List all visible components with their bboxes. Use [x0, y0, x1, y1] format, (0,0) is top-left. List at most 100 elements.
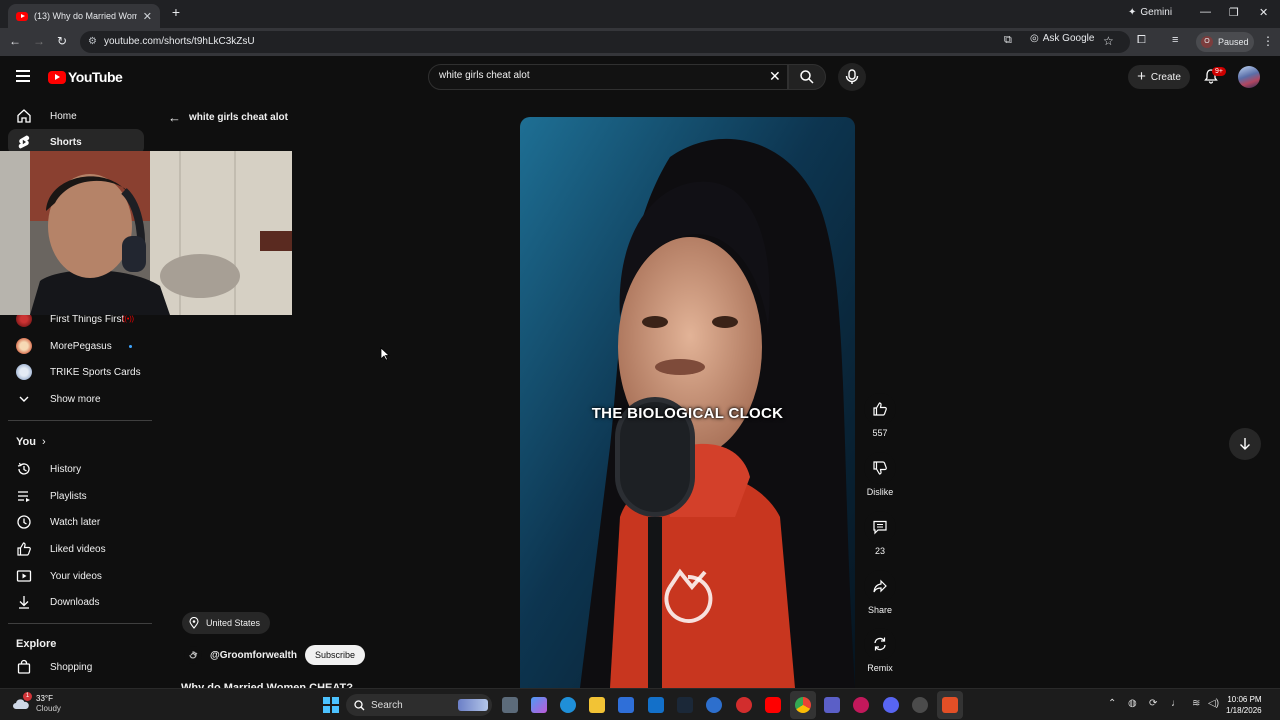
microphone-tray-icon[interactable]: ♩ — [1171, 698, 1181, 709]
discord-icon[interactable] — [883, 697, 899, 713]
sidebar-show-more[interactable]: Show more — [8, 386, 144, 412]
mouse-cursor-icon — [380, 347, 390, 361]
minimize-window-icon[interactable]: — — [1200, 6, 1211, 18]
close-tab-icon[interactable]: ✕ — [143, 10, 152, 23]
sidebar-item-your-videos[interactable]: Your videos — [8, 563, 144, 589]
gemini-button[interactable]: ✦ Gemini — [1128, 7, 1172, 18]
copilot-icon[interactable] — [531, 697, 547, 713]
hamburger-menu-icon[interactable] — [16, 70, 30, 82]
sidebar-you-heading[interactable]: You › — [16, 436, 46, 448]
weather-widget[interactable]: 33°F Cloudy — [12, 694, 61, 714]
sidebar-item-shopping[interactable]: Shopping — [8, 654, 144, 680]
sidebar-item-watch-later[interactable]: Watch later — [8, 509, 144, 535]
create-button[interactable]: + Create — [1128, 65, 1190, 89]
youtube-logo[interactable]: YouTube — [48, 69, 123, 85]
channel-name[interactable]: @Groomforwealth — [210, 650, 297, 661]
search-box: ✕ — [428, 64, 788, 90]
tray-app-icon[interactable]: ◍ — [1128, 698, 1137, 709]
sidebar-item-liked-videos[interactable]: Liked videos — [8, 536, 144, 562]
reading-list-icon[interactable]: ≡ — [1172, 34, 1178, 46]
windows-taskbar: 33°F Cloudy 1 Search ⌃ ◍ ⟳ ♩ ≋ ◁) 10:06 … — [0, 688, 1280, 720]
outlook-icon[interactable] — [648, 697, 664, 713]
voice-search-button[interactable] — [838, 63, 866, 91]
profile-avatar-icon: O — [1201, 36, 1213, 48]
ask-google-button[interactable]: ◎ Ask Google — [1030, 33, 1094, 44]
like-button[interactable]: 557 — [862, 393, 898, 438]
sync-icon[interactable]: ⟳ — [1149, 698, 1157, 709]
remix-button[interactable]: Remix — [862, 628, 898, 673]
video-title[interactable]: Why do Married Women CHEAT? — [181, 681, 353, 688]
volume-icon[interactable]: ◁) — [1208, 698, 1219, 709]
shorts-video-player[interactable]: THE BIOLOGICAL CLOCK — [520, 117, 855, 688]
subscribe-button[interactable]: Subscribe — [304, 645, 366, 665]
restore-window-icon[interactable]: ❐ — [1229, 6, 1239, 19]
obs-icon[interactable] — [912, 697, 928, 713]
search-highlight-icon — [458, 699, 488, 711]
recording-app-icon[interactable] — [942, 697, 958, 713]
taskbar-search[interactable]: Search — [346, 694, 492, 716]
gemini-sparkle-icon: ✦ — [1128, 7, 1137, 18]
webcam-image — [0, 151, 292, 315]
close-window-icon[interactable]: ✕ — [1259, 6, 1268, 19]
back-arrow-icon[interactable]: ← — [9, 34, 21, 48]
user-avatar[interactable] — [1238, 66, 1260, 88]
youtube-app-icon[interactable] — [765, 697, 781, 713]
gemini-label: Gemini — [1140, 7, 1173, 18]
task-view-icon[interactable] — [502, 697, 518, 713]
gta-icon[interactable] — [736, 697, 752, 713]
weather-condition: Cloudy — [36, 704, 61, 713]
download-icon — [19, 596, 29, 609]
new-tab-button[interactable]: + — [168, 5, 184, 21]
search-button[interactable] — [788, 64, 826, 90]
audio-app-icon[interactable] — [853, 697, 869, 713]
share-button[interactable]: Share — [862, 570, 898, 615]
sidebar-divider — [8, 420, 152, 421]
youtube-header: YouTube ✕ + Create 9+ — [0, 56, 1280, 98]
bookmark-star-icon[interactable]: ☆ — [1103, 34, 1114, 48]
back-arrow-icon[interactable]: ← — [168, 110, 181, 125]
reload-icon[interactable]: ↻ — [57, 34, 67, 48]
dislike-button[interactable]: Dislike — [862, 452, 898, 497]
tray-overflow-icon[interactable]: ⌃ — [1108, 698, 1116, 709]
sidebar-item-home[interactable]: Home — [8, 103, 144, 129]
clear-search-icon[interactable]: ✕ — [769, 68, 781, 85]
system-clock[interactable]: 10:06 PM 1/18/2026 — [1226, 694, 1262, 716]
sidebar-item-subscription[interactable]: MorePegasus — [8, 333, 144, 359]
extensions-icon[interactable]: ⧠ — [1137, 34, 1146, 47]
profile-status: Paused — [1218, 37, 1249, 47]
comments-button[interactable]: 23 — [862, 511, 898, 556]
thumbs-down-icon — [873, 461, 887, 475]
share-label: Share — [867, 605, 893, 615]
sidebar-item-subscription[interactable]: TRIKE Sports Cards — [8, 359, 144, 385]
bluetooth-app-icon[interactable] — [706, 697, 722, 713]
browser-tab-active[interactable]: (13) Why do Married Women C ✕ — [8, 4, 160, 28]
forward-arrow-icon[interactable]: → — [33, 34, 45, 48]
sidebar-item-downloads[interactable]: Downloads — [8, 589, 144, 615]
start-button[interactable] — [323, 697, 339, 713]
steam-icon[interactable] — [677, 697, 693, 713]
notification-count-badge: 9+ — [1212, 67, 1226, 76]
install-app-icon[interactable]: ⧉ — [1004, 34, 1012, 47]
arrow-down-icon — [1240, 438, 1250, 450]
file-explorer-icon[interactable] — [589, 697, 605, 713]
next-short-button[interactable] — [1229, 428, 1261, 460]
profile-paused-button[interactable]: O Paused — [1196, 32, 1254, 52]
sidebar-item-history[interactable]: History — [8, 456, 144, 482]
chrome-icon[interactable] — [795, 697, 811, 713]
shorts-icon — [18, 135, 30, 149]
search-input[interactable] — [439, 70, 759, 81]
teams-icon[interactable] — [824, 697, 840, 713]
channel-avatar[interactable] — [184, 646, 202, 664]
edge-icon[interactable] — [560, 697, 576, 713]
comment-count: 23 — [874, 546, 885, 556]
sidebar-item-label: Shorts — [50, 136, 82, 148]
address-bar[interactable]: ⚙ youtube.com/shorts/t9hLkC3kZsU — [80, 31, 1130, 53]
search-icon — [354, 699, 365, 710]
browser-menu-icon[interactable]: ⋮ — [1262, 34, 1274, 48]
wifi-icon[interactable]: ≋ — [1192, 698, 1200, 709]
location-chip[interactable]: United States — [182, 612, 271, 634]
store-icon[interactable] — [618, 697, 634, 713]
site-info-icon[interactable]: ⚙ — [88, 36, 97, 47]
sidebar-item-playlists[interactable]: Playlists — [8, 483, 144, 509]
search-back-row[interactable]: ← white girls cheat alot — [168, 110, 288, 125]
